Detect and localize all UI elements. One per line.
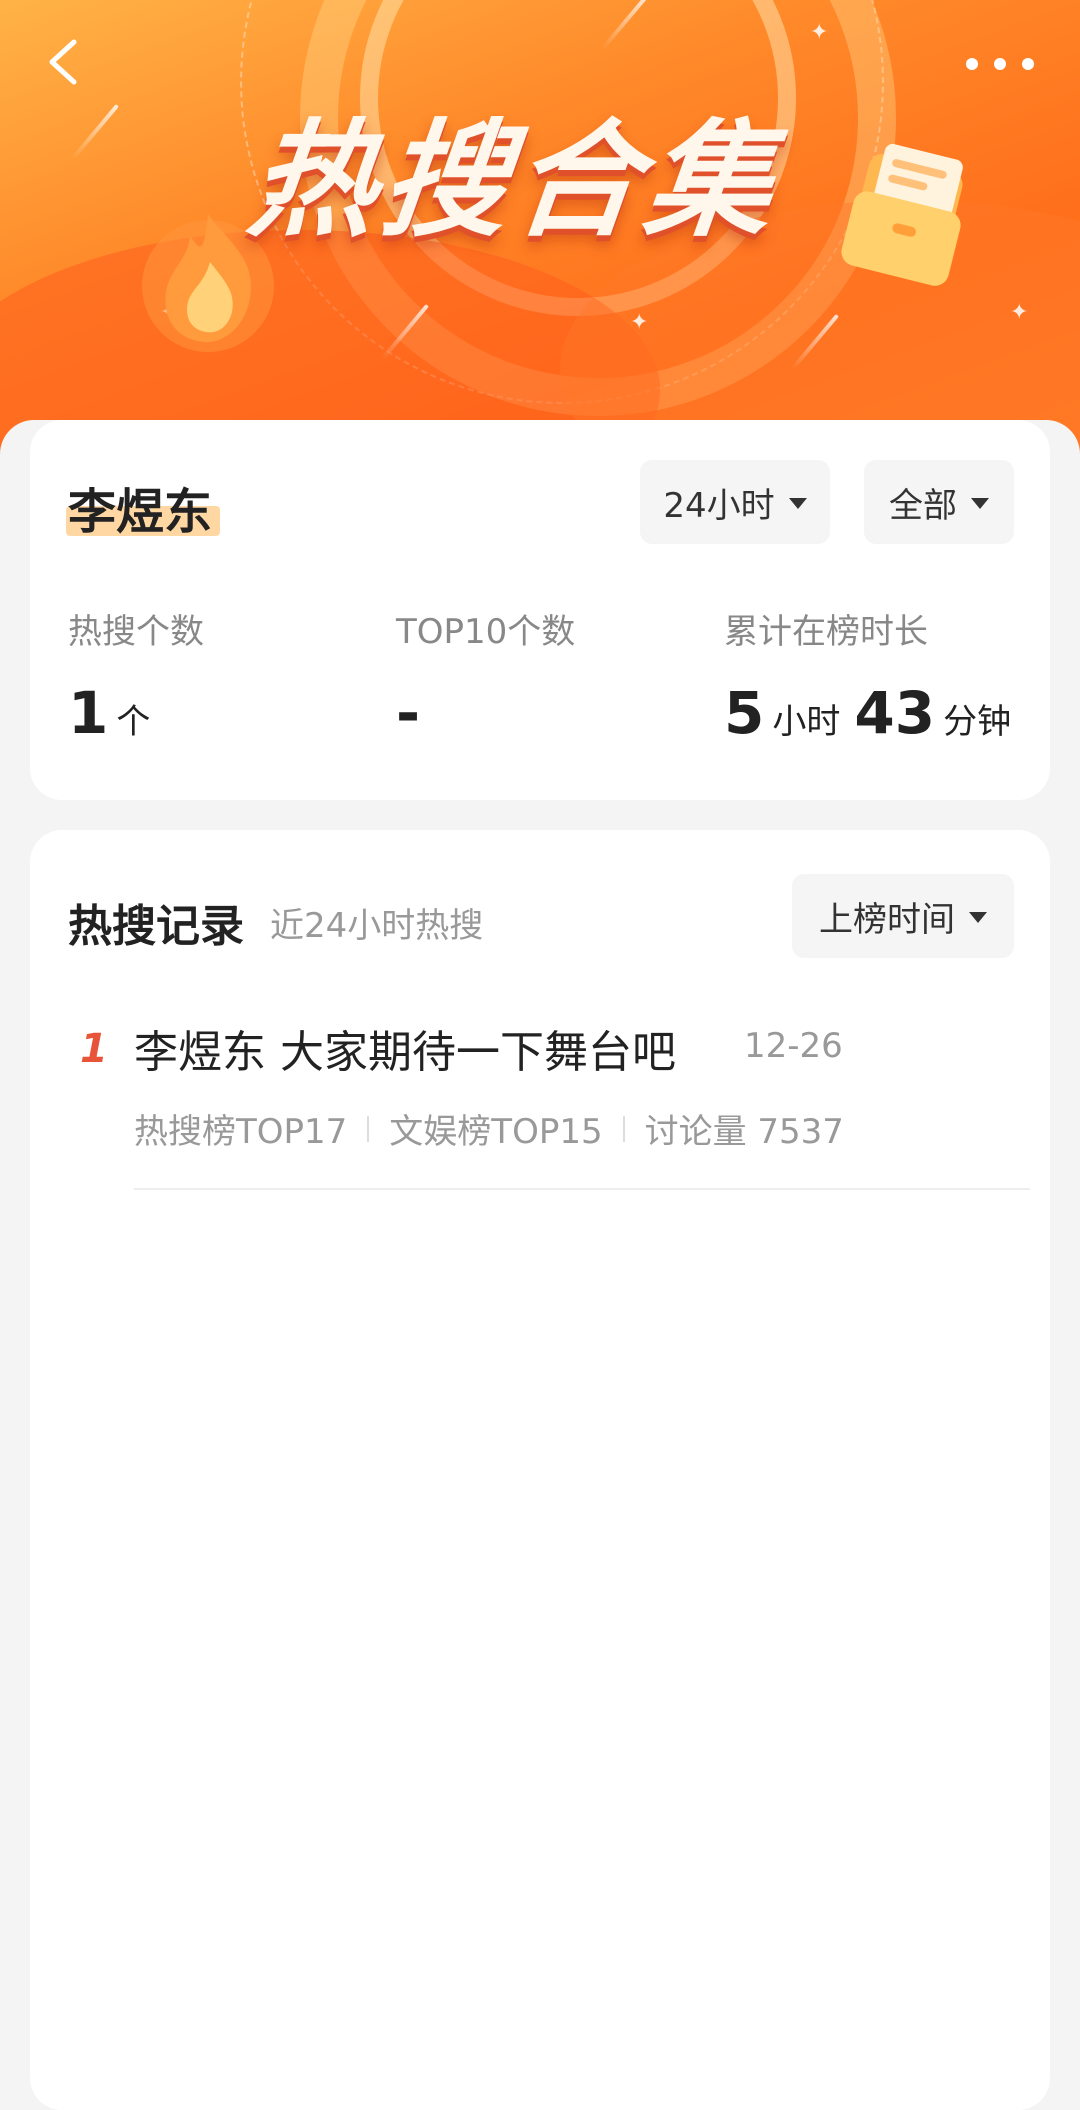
- back-button[interactable]: [38, 34, 94, 90]
- stat-hours-unit: 小时: [772, 702, 841, 742]
- sort-dropdown[interactable]: 上榜时间: [792, 874, 1014, 958]
- record-title: 李煜东 大家期待一下舞台吧: [134, 1027, 676, 1078]
- meta-discussion-count: 讨论量 7537: [644, 1112, 844, 1152]
- record-date: 12-26: [744, 1026, 843, 1066]
- more-button[interactable]: [960, 44, 1040, 84]
- divider: [134, 1188, 1030, 1190]
- stat-minutes-unit: 分钟: [943, 702, 1012, 742]
- scope-filter-dropdown[interactable]: 全部: [864, 460, 1014, 544]
- sparkle-icon: ✦: [1010, 300, 1029, 325]
- meta-hot-rank: 热搜榜TOP17: [134, 1112, 348, 1152]
- rank-badge: 1: [80, 1026, 108, 1072]
- chevron-left-icon: [49, 39, 77, 85]
- stat-value: 1 个: [68, 679, 204, 747]
- caret-down-icon: [971, 497, 989, 509]
- stat-top10-count: TOP10个数 -: [396, 604, 575, 747]
- stat-number: -: [396, 679, 421, 747]
- person-name: 李煜东: [68, 484, 213, 540]
- records-card: 热搜记录 近24小时热搜 上榜时间 1 李煜东 大家期待一下舞台吧 12-26 …: [30, 830, 1050, 2110]
- stat-total-duration: 累计在榜时长 5 小时 43 分钟: [724, 604, 1025, 747]
- stat-hours: 5: [724, 679, 765, 747]
- stat-label: 累计在榜时长: [724, 612, 928, 652]
- caret-down-icon: [788, 497, 807, 509]
- stat-value: -: [396, 679, 575, 747]
- stat-label: TOP10个数: [396, 612, 576, 652]
- stat-hot-search-count: 热搜个数 1 个: [68, 604, 204, 747]
- record-meta: 热搜榜TOP17 文娱榜TOP15 讨论量 7537: [134, 1104, 844, 1153]
- stat-unit: 个: [116, 702, 151, 742]
- page-title: 热搜合集: [242, 107, 786, 254]
- summary-section: 李煜东 24小时 全部 热搜个数 1 个 TOP10个数 - 累计在榜时长 5: [0, 420, 1080, 840]
- more-dots-icon: [966, 58, 1034, 70]
- sort-label: 上榜时间: [819, 899, 955, 940]
- caret-down-icon: [969, 911, 987, 923]
- folder-icon: [841, 143, 963, 286]
- stat-label: 热搜个数: [68, 612, 204, 652]
- list-item[interactable]: 1 李煜东 大家期待一下舞台吧 12-26 热搜榜TOP17 文娱榜TOP15 …: [30, 1016, 1050, 1196]
- divider: [367, 1115, 370, 1142]
- time-filter-dropdown[interactable]: 24小时: [640, 460, 830, 544]
- sparkle-icon: ✦: [630, 310, 649, 335]
- stat-number: 1: [68, 679, 109, 747]
- records-title: 热搜记录: [68, 901, 244, 952]
- scope-filter-label: 全部: [889, 485, 957, 526]
- hero-banner: ✦ ✦ ✦ ✦ 热搜合集: [0, 0, 1080, 460]
- summary-card: 李煜东 24小时 全部 热搜个数 1 个 TOP10个数 - 累计在榜时长 5: [30, 420, 1050, 800]
- records-subtitle: 近24小时热搜: [270, 906, 484, 946]
- stat-minutes: 43: [854, 679, 936, 747]
- sparkle-icon: ✦: [810, 20, 829, 45]
- time-filter-label: 24小时: [663, 485, 775, 526]
- stat-value: 5 小时 43 分钟: [724, 679, 1025, 747]
- decor-streak: [70, 103, 120, 161]
- meta-ent-rank: 文娱榜TOP15: [389, 1112, 603, 1152]
- divider: [622, 1115, 625, 1142]
